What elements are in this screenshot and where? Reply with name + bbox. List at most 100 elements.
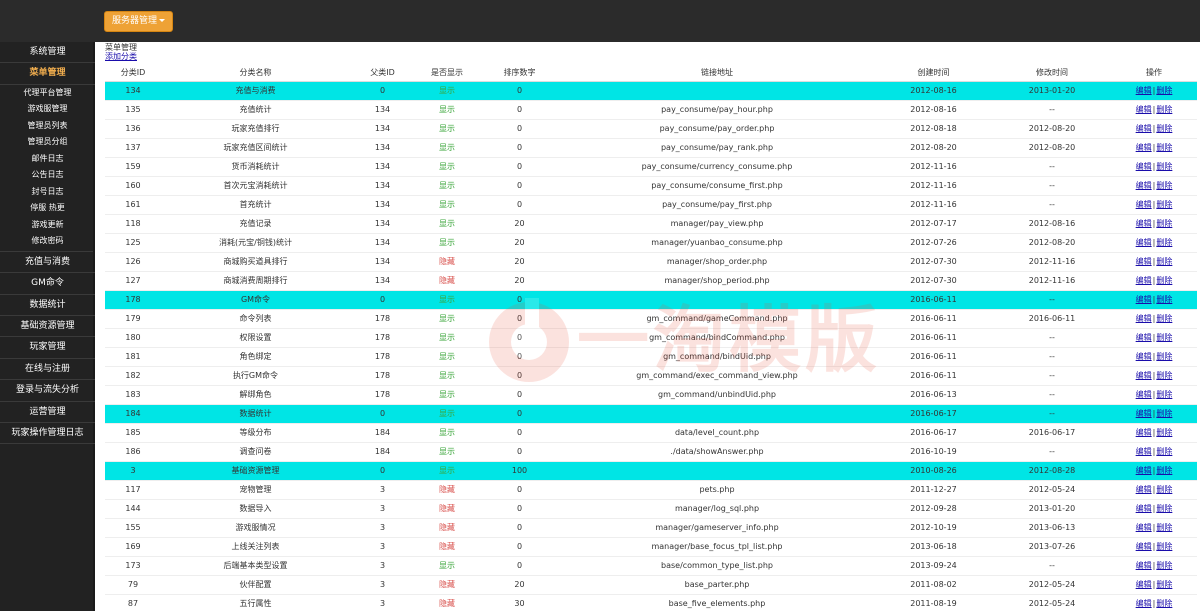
delete-link[interactable]: 删除 bbox=[1156, 143, 1172, 152]
delete-link[interactable]: 删除 bbox=[1156, 485, 1172, 494]
edit-link[interactable]: 编辑 bbox=[1136, 333, 1152, 342]
edit-link[interactable]: 编辑 bbox=[1136, 181, 1152, 190]
sidebar-subitem[interactable]: 游戏更新 bbox=[0, 217, 95, 234]
edit-link[interactable]: 编辑 bbox=[1136, 371, 1152, 380]
edit-link[interactable]: 编辑 bbox=[1136, 276, 1152, 285]
edit-link[interactable]: 编辑 bbox=[1136, 428, 1152, 437]
delete-link[interactable]: 删除 bbox=[1156, 86, 1172, 95]
edit-link[interactable]: 编辑 bbox=[1136, 409, 1152, 418]
edit-link[interactable]: 编辑 bbox=[1136, 162, 1152, 171]
edit-link[interactable]: 编辑 bbox=[1136, 219, 1152, 228]
edit-link[interactable]: 编辑 bbox=[1136, 390, 1152, 399]
delete-link[interactable]: 删除 bbox=[1156, 314, 1172, 323]
edit-link[interactable]: 编辑 bbox=[1136, 295, 1152, 304]
edit-link[interactable]: 编辑 bbox=[1136, 124, 1152, 133]
sidebar-item[interactable]: 玩家管理 bbox=[0, 337, 95, 359]
sidebar-subitem[interactable]: 公告日志 bbox=[0, 167, 95, 184]
sidebar-item[interactable]: 运营管理 bbox=[0, 402, 95, 423]
delete-link[interactable]: 删除 bbox=[1156, 105, 1172, 114]
edit-link[interactable]: 编辑 bbox=[1136, 447, 1152, 456]
sidebar-subitem[interactable]: 管理员列表 bbox=[0, 118, 95, 135]
delete-link[interactable]: 删除 bbox=[1156, 124, 1172, 133]
sidebar-subitem[interactable]: 代理平台管理 bbox=[0, 85, 95, 102]
cell-modified: 2012-11-16 bbox=[993, 271, 1111, 291]
action-separator: | bbox=[1152, 485, 1156, 494]
sidebar-subitem[interactable]: 封号日志 bbox=[0, 184, 95, 201]
sidebar-item[interactable]: 系统管理 bbox=[0, 42, 95, 64]
sidebar-item[interactable]: 登录与流失分析 bbox=[0, 380, 95, 402]
delete-link[interactable]: 删除 bbox=[1156, 447, 1172, 456]
delete-link[interactable]: 删除 bbox=[1156, 257, 1172, 266]
cell-display: 显示 bbox=[415, 366, 479, 386]
server-management-dropdown-button[interactable]: 服务器管理 bbox=[104, 11, 174, 32]
delete-link[interactable]: 删除 bbox=[1156, 428, 1172, 437]
delete-link[interactable]: 删除 bbox=[1156, 599, 1172, 608]
delete-link[interactable]: 删除 bbox=[1156, 371, 1172, 380]
edit-link[interactable]: 编辑 bbox=[1136, 599, 1152, 608]
sidebar-item[interactable]: 在线与注册 bbox=[0, 359, 95, 381]
edit-link[interactable]: 编辑 bbox=[1136, 257, 1152, 266]
cell-modified: -- bbox=[993, 100, 1111, 120]
cell-id: 185 bbox=[105, 423, 161, 443]
delete-link[interactable]: 删除 bbox=[1156, 580, 1172, 589]
sidebar-item[interactable]: GM命令 bbox=[0, 273, 95, 295]
sidebar-subitem[interactable]: 游戏服管理 bbox=[0, 101, 95, 118]
cell-sort: 0 bbox=[479, 290, 560, 310]
delete-link[interactable]: 删除 bbox=[1156, 352, 1172, 361]
cell-actions: 编辑|删除 bbox=[1111, 537, 1197, 557]
add-category-link[interactable]: 添加分类 bbox=[105, 53, 137, 61]
cell-url: pay_consume/pay_hour.php bbox=[560, 100, 874, 120]
delete-link[interactable]: 删除 bbox=[1156, 200, 1172, 209]
column-header: 修改时间 bbox=[993, 64, 1111, 82]
edit-link[interactable]: 编辑 bbox=[1136, 352, 1152, 361]
edit-link[interactable]: 编辑 bbox=[1136, 143, 1152, 152]
delete-link[interactable]: 删除 bbox=[1156, 504, 1172, 513]
cell-parent-id: 134 bbox=[350, 176, 415, 196]
delete-link[interactable]: 删除 bbox=[1156, 295, 1172, 304]
cell-sort: 20 bbox=[479, 575, 560, 595]
action-separator: | bbox=[1152, 352, 1156, 361]
cell-modified: 2012-05-24 bbox=[993, 480, 1111, 500]
edit-link[interactable]: 编辑 bbox=[1136, 485, 1152, 494]
sidebar-item[interactable]: 玩家操作管理日志 bbox=[0, 423, 95, 445]
cell-created: 2011-08-02 bbox=[874, 575, 993, 595]
sidebar-item[interactable]: 基础资源管理 bbox=[0, 316, 95, 338]
delete-link[interactable]: 删除 bbox=[1156, 219, 1172, 228]
delete-link[interactable]: 删除 bbox=[1156, 523, 1172, 532]
delete-link[interactable]: 删除 bbox=[1156, 466, 1172, 475]
edit-link[interactable]: 编辑 bbox=[1136, 561, 1152, 570]
edit-link[interactable]: 编辑 bbox=[1136, 542, 1152, 551]
edit-link[interactable]: 编辑 bbox=[1136, 200, 1152, 209]
cell-url: manager/yuanbao_consume.php bbox=[560, 233, 874, 253]
delete-link[interactable]: 删除 bbox=[1156, 333, 1172, 342]
sidebar-item[interactable]: 数据统计 bbox=[0, 295, 95, 316]
cell-url: gm_command/bindUid.php bbox=[560, 347, 874, 367]
edit-link[interactable]: 编辑 bbox=[1136, 466, 1152, 475]
delete-link[interactable]: 删除 bbox=[1156, 390, 1172, 399]
edit-link[interactable]: 编辑 bbox=[1136, 580, 1152, 589]
delete-link[interactable]: 删除 bbox=[1156, 181, 1172, 190]
delete-link[interactable]: 删除 bbox=[1156, 162, 1172, 171]
cell-id: 135 bbox=[105, 100, 161, 120]
delete-link[interactable]: 删除 bbox=[1156, 238, 1172, 247]
sidebar-item[interactable]: 菜单管理 bbox=[0, 63, 95, 85]
edit-link[interactable]: 编辑 bbox=[1136, 105, 1152, 114]
cell-url bbox=[560, 461, 874, 481]
sidebar-subitem[interactable]: 修改密码 bbox=[0, 233, 95, 250]
sidebar-subitem[interactable]: 邮件日志 bbox=[0, 151, 95, 168]
sidebar-subitem[interactable]: 停服 热更 bbox=[0, 200, 95, 217]
cell-actions: 编辑|删除 bbox=[1111, 442, 1197, 462]
edit-link[interactable]: 编辑 bbox=[1136, 238, 1152, 247]
delete-link[interactable]: 删除 bbox=[1156, 561, 1172, 570]
delete-link[interactable]: 删除 bbox=[1156, 276, 1172, 285]
edit-link[interactable]: 编辑 bbox=[1136, 523, 1152, 532]
edit-link[interactable]: 编辑 bbox=[1136, 504, 1152, 513]
edit-link[interactable]: 编辑 bbox=[1136, 314, 1152, 323]
table-row: 137 玩家充值区间统计 134 显示 0 pay_consume/pay_rank.ph… bbox=[105, 138, 1197, 158]
edit-link[interactable]: 编辑 bbox=[1136, 86, 1152, 95]
delete-link[interactable]: 删除 bbox=[1156, 542, 1172, 551]
cell-created: 2012-07-17 bbox=[874, 214, 993, 234]
delete-link[interactable]: 删除 bbox=[1156, 409, 1172, 418]
sidebar-item[interactable]: 充值与消费 bbox=[0, 252, 95, 274]
sidebar-subitem[interactable]: 管理员分组 bbox=[0, 134, 95, 151]
